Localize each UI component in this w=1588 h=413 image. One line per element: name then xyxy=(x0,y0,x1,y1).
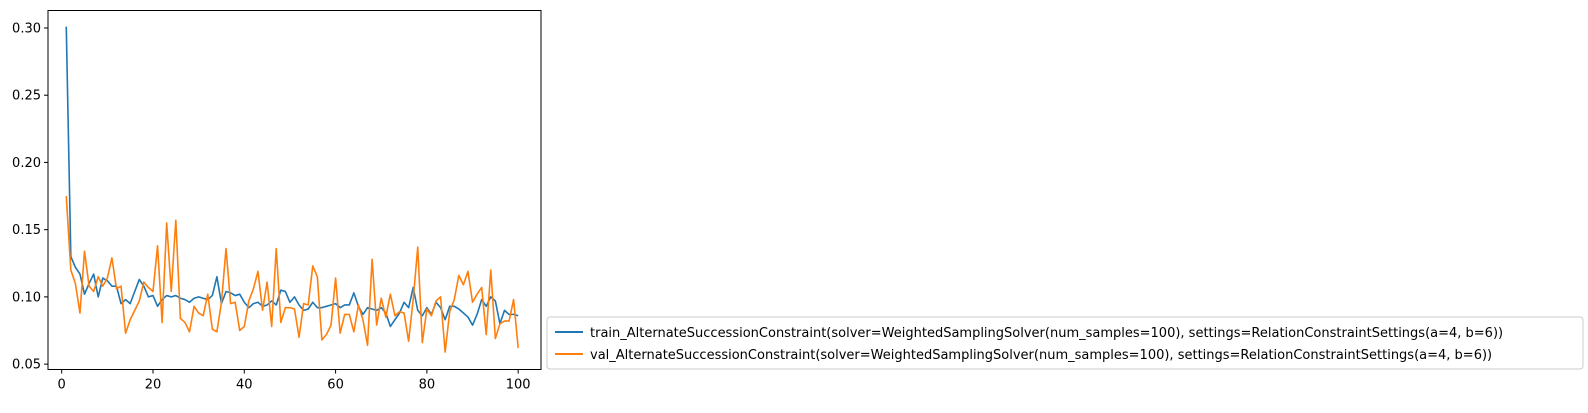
series-line-train xyxy=(65,26,519,328)
x-tick-label: 60 xyxy=(327,378,344,393)
x-tick-label: 100 xyxy=(506,378,531,393)
legend: train_AlternateSuccessionConstraint(solv… xyxy=(546,316,1584,370)
legend-label-val: val_AlternateSuccessionConstraint(solver… xyxy=(590,348,1492,363)
x-tick-label: 40 xyxy=(236,378,253,393)
x-tick-label: 20 xyxy=(145,378,162,393)
y-tick-label: 0.30 xyxy=(12,21,41,36)
y-tick-label: 0.20 xyxy=(12,156,41,171)
y-axis: 0.05 0.10 0.15 0.20 0.25 0.30 xyxy=(12,21,48,373)
x-tick-label: 80 xyxy=(419,378,436,393)
y-tick-label: 0.15 xyxy=(12,223,41,238)
y-tick-label: 0.10 xyxy=(12,290,41,305)
plot-area xyxy=(65,26,519,353)
y-tick-label: 0.25 xyxy=(12,89,41,104)
y-tick-label: 0.05 xyxy=(12,358,41,373)
line-chart: 0 20 40 60 80 100 0.05 0.10 0.15 0.20 0.25 0.30 tr… xyxy=(12,10,1584,393)
x-axis: 0 20 40 60 80 100 xyxy=(58,369,531,393)
series-line-val xyxy=(65,196,519,353)
legend-label-train: train_AlternateSuccessionConstraint(solv… xyxy=(590,326,1503,341)
x-tick-label: 0 xyxy=(58,378,66,393)
